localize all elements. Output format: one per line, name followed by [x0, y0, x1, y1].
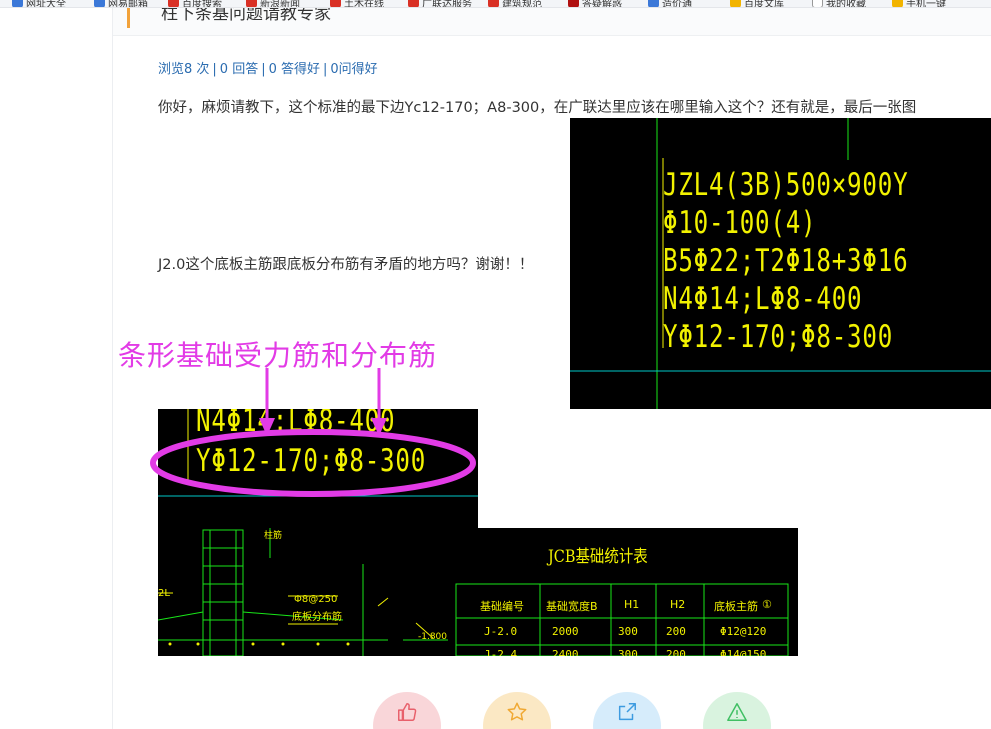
report-button[interactable] — [703, 692, 771, 729]
cad-table-cell: J-2.4 — [484, 648, 518, 656]
cad-table-title: JCB基础统计表 — [548, 547, 648, 567]
ie-icon — [648, 0, 659, 7]
cad-table-header: H2 — [670, 598, 686, 611]
question-text-line-1: 你好，麻烦请教下，这个标准的最下边Yc12-170；A8-300，在广联达里应该… — [158, 100, 917, 116]
cad-table-header: 基础编号 — [480, 600, 524, 613]
separator: | — [261, 62, 266, 77]
bookmark-item[interactable]: 答疑解惑 — [568, 0, 622, 7]
cad-table-header: 基础宽度B — [546, 600, 598, 613]
cad-section-drawing — [158, 528, 789, 656]
page-icon — [812, 0, 823, 7]
cad-drawing-label: 2L — [158, 588, 170, 599]
cad-table-cell: 2000 — [552, 625, 579, 638]
warning-icon — [727, 703, 747, 721]
views-link[interactable]: 浏览8 次 — [158, 62, 209, 77]
separator: | — [212, 62, 217, 77]
bookmark-item[interactable]: 造价通 — [648, 0, 692, 7]
title-accent — [127, 8, 130, 28]
cad-image-foundation-table[interactable]: JCB基础统计表 基础编号 基础宽度B H1 H2 底板主筋 ① J-2.0 2… — [158, 528, 798, 656]
site-icon — [330, 0, 341, 7]
cad-text-line: N4Φ14;LΦ8-400 — [663, 281, 863, 317]
ie-icon — [12, 0, 23, 7]
separator: | — [323, 62, 328, 77]
title-band: 柱下条基问题请教专家 — [113, 8, 991, 36]
bookmark-item[interactable]: 手机一键 — [892, 0, 946, 7]
cad-table-header: ① — [762, 598, 772, 611]
share-button[interactable] — [593, 692, 661, 729]
cad-table-cell: J-2.0 — [484, 625, 518, 638]
cad-text-line: YΦ12-170;Φ8-300 — [663, 319, 894, 355]
cad-text-line: Φ10-100(4) — [663, 205, 817, 241]
cad-table-cell: 200 — [666, 648, 686, 656]
bookmark-item[interactable]: 网址大全 — [12, 0, 66, 7]
question-stats: 浏览8 次 | 0 回答 | 0 答得好 | 0问得好 — [158, 58, 378, 77]
cad-table-cell: 2400 — [552, 648, 579, 656]
cad-text-line: B5Φ22;T2Φ18+3Φ16 — [663, 243, 909, 279]
thumbs-up-icon — [398, 703, 417, 721]
site-icon — [568, 0, 579, 7]
site-icon — [246, 0, 257, 7]
cad-table-cell: 200 — [666, 625, 686, 638]
question-text-line-2: J2.0这个底板主筋跟底板分布筋有矛盾的地方吗？谢谢！！ — [158, 257, 534, 273]
cad-image-beam-annotation[interactable]: JZL4(3B)500×900Y Φ10-100(4) B5Φ22;T2Φ18+… — [570, 118, 991, 409]
bookmark-item[interactable]: 我的收藏 — [812, 0, 866, 7]
good-questions-link[interactable]: 0问得好 — [330, 62, 377, 77]
cad-drawing-label: 底板分布筋 — [292, 612, 342, 623]
bookmark-item[interactable]: 新浪新闻 — [246, 0, 300, 7]
cad-table-header: 底板主筋 — [714, 600, 758, 613]
cad-drawing-label: Φ8@250 — [294, 594, 338, 605]
ie-icon — [94, 0, 105, 7]
bookmark-item[interactable]: 土木在线 — [330, 0, 384, 7]
annotation-label: 条形基础受力筋和分布筋 — [118, 339, 438, 372]
site-icon — [168, 0, 179, 7]
favorite-button[interactable] — [483, 692, 551, 729]
cad-table-cell: Φ12@120 — [720, 625, 767, 638]
cad-text-line: YΦ12-170;Φ8-300 — [196, 443, 427, 479]
cad-drawing-label: -1.800 — [418, 632, 448, 642]
cad-table-cell: 300 — [618, 648, 638, 656]
bookmark-item[interactable]: 广联达服务 — [408, 0, 472, 7]
site-icon — [408, 0, 419, 7]
bookmark-bar: 网址大全 网易邮箱 百度搜索 新浪新闻 土木在线 广联达服务 建筑规范 答疑解惑… — [0, 0, 991, 8]
bookmark-item[interactable]: 网易邮箱 — [94, 0, 148, 7]
site-icon — [730, 0, 741, 7]
good-answers-link[interactable]: 0 答得好 — [269, 62, 320, 77]
bookmark-item[interactable]: 百度搜索 — [168, 0, 222, 7]
like-button[interactable] — [373, 692, 441, 729]
cad-text-line: N4Φ14;LΦ8-400 — [196, 409, 396, 439]
left-rail — [0, 8, 113, 729]
cad-drawing-label: 柱筋 — [264, 531, 283, 541]
cad-text-line: JZL4(3B)500×900Y — [663, 167, 909, 203]
bookmark-item[interactable]: 百度文库 — [730, 0, 784, 7]
page-title: 柱下条基问题请教专家 — [161, 8, 331, 24]
site-icon — [488, 0, 499, 7]
cad-image-strip-foundation[interactable]: N4Φ14;LΦ8-400 YΦ12-170;Φ8-300 — [158, 409, 478, 529]
star-icon — [507, 702, 527, 721]
share-icon — [618, 703, 636, 721]
cad-table-cell: 300 — [618, 625, 638, 638]
bookmark-item[interactable]: 建筑规范 — [488, 0, 542, 7]
cad-table-header: H1 — [624, 598, 640, 611]
site-icon — [892, 0, 903, 7]
cad-table-cell: Φ14@150 — [720, 648, 767, 656]
answers-link[interactable]: 0 回答 — [220, 62, 258, 77]
